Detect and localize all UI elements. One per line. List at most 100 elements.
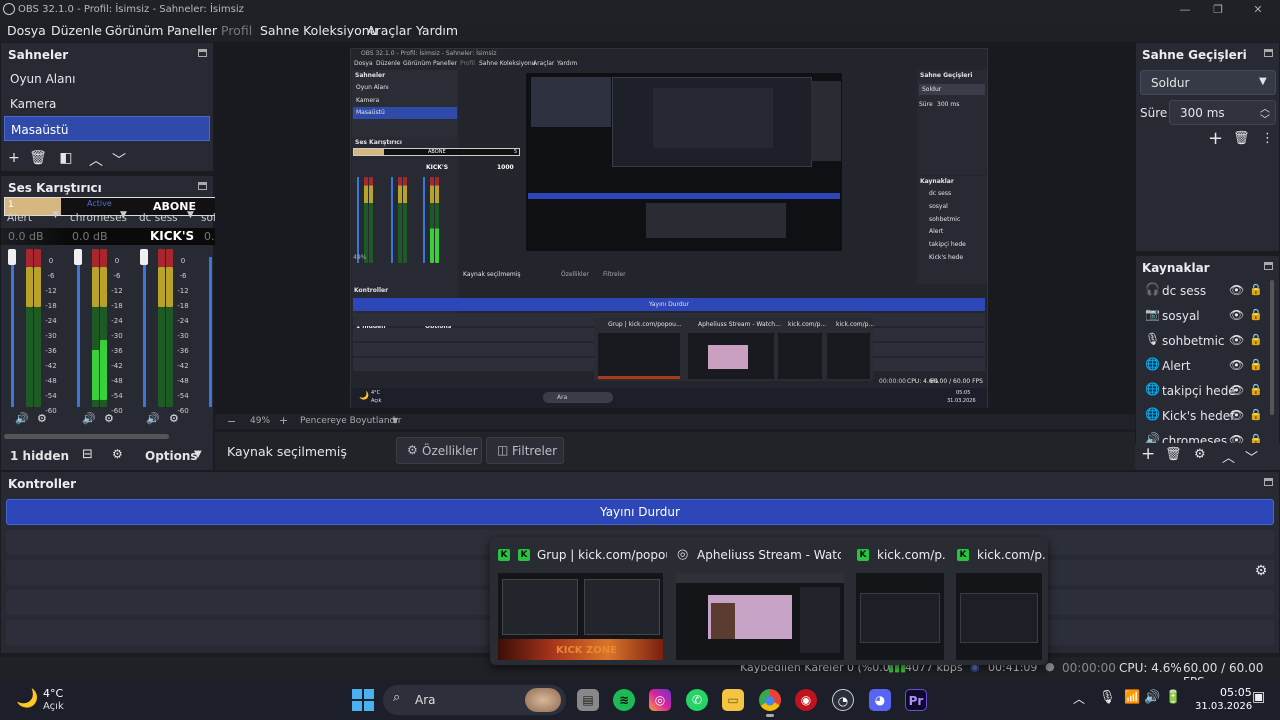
undock-icon[interactable]: [198, 49, 207, 57]
window-thumbnail[interactable]: KICK ZONE: [498, 573, 663, 660]
fader-knob[interactable]: [140, 249, 148, 265]
duration-input[interactable]: 300 ms ︿ ﹀: [1169, 100, 1276, 126]
channel-menu-icon[interactable]: ▼: [187, 210, 194, 220]
menu-duzenle[interactable]: Düzenle: [51, 23, 102, 38]
lock-icon[interactable]: 🔒: [1249, 358, 1263, 371]
add-source-icon[interactable]: +: [1141, 444, 1155, 464]
clock-time[interactable]: 05:05: [1220, 686, 1252, 699]
channel-name[interactable]: Alert: [7, 212, 32, 224]
window-thumbnail[interactable]: [676, 573, 844, 660]
window-preview-title[interactable]: kick.com/p...: [977, 548, 1045, 562]
filters-button[interactable]: ◫ Filtreler: [486, 437, 564, 464]
chrome-icon[interactable]: ●: [759, 689, 781, 711]
settings-gear-icon[interactable]: ⚙: [1248, 560, 1274, 585]
spotify-icon[interactable]: ≋: [613, 689, 635, 711]
task-view-icon[interactable]: ▤: [577, 689, 599, 711]
source-item[interactable]: 🌐 Kick's hedef 👁 🔒: [1140, 406, 1270, 428]
source-item[interactable]: 🌐 Alert 👁 🔒: [1140, 356, 1270, 378]
instagram-icon[interactable]: ◎: [649, 689, 671, 711]
window-preview-title[interactable]: Grup | kick.com/popou...: [537, 548, 667, 562]
add-transition-icon[interactable]: +: [1208, 128, 1223, 149]
channel-menu-icon[interactable]: ▼: [120, 210, 127, 220]
channel-settings-icon[interactable]: ⚙: [169, 412, 179, 425]
move-down-icon[interactable]: ﹀: [110, 150, 128, 170]
menu-gorunum[interactable]: Görünüm: [105, 23, 163, 38]
window-preview-title[interactable]: Apheliuss Stream - Watch...: [697, 548, 841, 562]
delete-source-icon[interactable]: 🗑: [1165, 447, 1182, 462]
move-up-icon[interactable]: ︿: [1222, 447, 1235, 466]
chevron-down-icon[interactable]: ▼: [392, 416, 398, 425]
menu-profil[interactable]: Profil: [221, 23, 252, 38]
volume-fader[interactable]: [11, 257, 14, 407]
mute-icon[interactable]: 🔊: [15, 412, 29, 425]
clock-date[interactable]: 31.03.2026: [1195, 701, 1252, 712]
lock-icon[interactable]: 🔒: [1249, 333, 1263, 346]
menu-sahne-koleksiyonu[interactable]: Sahne Koleksiyonu: [260, 23, 378, 38]
source-item[interactable]: 🎧 dc sess 👁 🔒: [1140, 281, 1270, 303]
fader-knob[interactable]: [8, 249, 16, 265]
close-button[interactable]: ✕: [1248, 3, 1268, 16]
windows-start-icon[interactable]: [352, 689, 374, 711]
delete-transition-icon[interactable]: 🗑: [1233, 131, 1250, 146]
move-down-icon[interactable]: ﹀: [1245, 447, 1258, 466]
hidden-count[interactable]: 1 hidden: [10, 449, 69, 463]
properties-button[interactable]: ⚙ Özellikler: [396, 437, 482, 464]
obs-icon[interactable]: ◔: [832, 689, 854, 711]
mixer-scrollbar[interactable]: [4, 434, 169, 439]
lock-icon[interactable]: 🔒: [1249, 283, 1263, 296]
lock-icon[interactable]: 🔒: [1249, 308, 1263, 321]
volume-fader[interactable]: [77, 257, 80, 407]
file-explorer-icon[interactable]: ▭: [722, 689, 744, 711]
mute-icon[interactable]: 🔊: [146, 412, 160, 425]
add-scene-icon[interactable]: +: [5, 150, 23, 166]
zoom-out-button[interactable]: −: [227, 415, 236, 428]
battery-icon[interactable]: 🔋: [1165, 690, 1181, 705]
scene-filters-icon[interactable]: ◧: [57, 150, 75, 166]
scene-item-selected[interactable]: Masaüstü: [4, 116, 210, 141]
source-properties-icon[interactable]: ⚙: [1194, 447, 1206, 462]
zoom-in-button[interactable]: +: [279, 414, 288, 427]
menu-dosya[interactable]: Dosya: [7, 23, 46, 38]
visibility-eye-icon[interactable]: 👁: [1229, 408, 1244, 422]
channel-settings-icon[interactable]: ⚙: [104, 412, 114, 425]
whatsapp-icon[interactable]: ✆: [686, 689, 708, 711]
options-button[interactable]: Options: [145, 449, 198, 463]
channel-settings-icon[interactable]: ⚙: [37, 412, 47, 425]
lock-icon[interactable]: 🔒: [1249, 383, 1263, 396]
stream-button[interactable]: Yayını Durdur: [6, 499, 1274, 525]
undock-icon[interactable]: [198, 182, 207, 190]
menu-yardim[interactable]: Yardım: [416, 23, 458, 38]
mute-icon[interactable]: 🔊: [82, 412, 96, 425]
premiere-pro-icon[interactable]: Pr: [905, 689, 927, 711]
microphone-icon[interactable]: 🎙: [1099, 690, 1116, 705]
menu-paneller[interactable]: Paneller: [167, 23, 217, 38]
delete-scene-icon[interactable]: 🗑: [29, 150, 47, 166]
fader-knob[interactable]: [74, 249, 82, 265]
channel-menu-icon[interactable]: ▼: [52, 210, 59, 220]
discord-icon[interactable]: ◕: [869, 689, 891, 711]
chevron-down-icon[interactable]: ▼: [194, 449, 202, 460]
window-preview-title[interactable]: kick.com/p...: [877, 548, 947, 562]
visibility-eye-icon[interactable]: 👁: [1229, 308, 1244, 322]
visibility-eye-icon[interactable]: 👁: [1229, 358, 1244, 372]
more-options-icon[interactable]: ⋮: [1261, 131, 1274, 146]
volume-fader[interactable]: [143, 257, 146, 407]
undock-icon[interactable]: [1264, 262, 1273, 270]
window-thumbnail[interactable]: [856, 573, 944, 660]
sources-scrollbar[interactable]: [1270, 280, 1274, 415]
visibility-eye-icon[interactable]: 👁: [1229, 383, 1244, 397]
volume-fader[interactable]: [209, 257, 212, 407]
layout-icon[interactable]: ⊟: [82, 447, 93, 462]
weather-temp[interactable]: 4°C: [43, 687, 63, 700]
advanced-audio-icon[interactable]: ⚙: [112, 447, 123, 461]
volume-icon[interactable]: 🔊: [1144, 690, 1160, 705]
minimize-button[interactable]: —: [1175, 3, 1195, 16]
visibility-eye-icon[interactable]: 👁: [1229, 283, 1244, 297]
scene-item[interactable]: Kamera: [4, 91, 210, 116]
weather-state[interactable]: Açık: [43, 701, 64, 712]
lock-icon[interactable]: 🔒: [1249, 408, 1263, 421]
spin-down-icon[interactable]: ﹀: [1260, 111, 1270, 126]
channel-name[interactable]: chromeses: [70, 212, 127, 224]
channel-name[interactable]: dc sess: [139, 212, 178, 224]
taskbar-search[interactable]: ⌕ Ara: [383, 685, 566, 715]
